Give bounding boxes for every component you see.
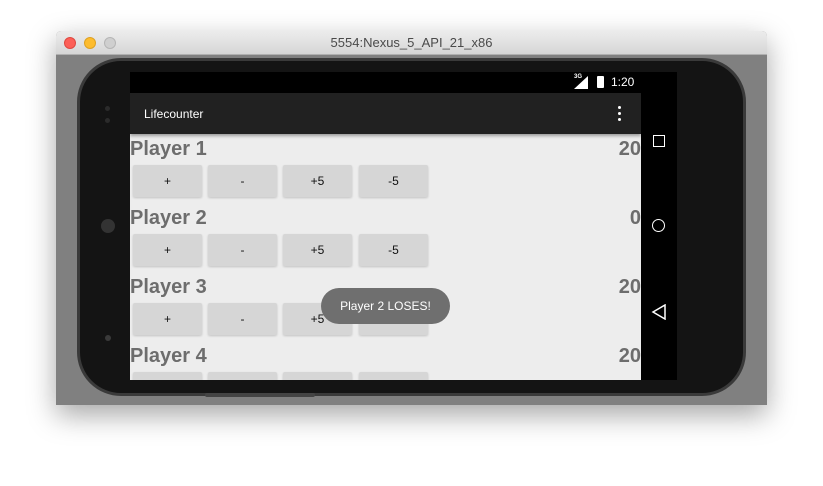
navigation-bar (641, 72, 677, 380)
player-life: 20 (618, 276, 641, 298)
window-title: 5554:Nexus_5_API_21_x86 (330, 35, 493, 50)
player-3-minus-button[interactable]: - (208, 303, 277, 335)
player-life: 20 (618, 138, 641, 160)
home-circle-icon[interactable] (652, 219, 665, 232)
player-row-4: Player 4 20 (130, 345, 641, 380)
window-titlebar: 5554:Nexus_5_API_21_x86 (56, 31, 767, 55)
phone-led-icon (105, 335, 111, 341)
phone-sensor-icon (105, 106, 110, 111)
back-triangle-icon[interactable] (651, 304, 667, 320)
player-name: Player 1 (130, 138, 207, 160)
player-life: 0 (629, 207, 641, 229)
player-4-plus-button[interactable] (133, 372, 202, 380)
player-name: Player 2 (130, 207, 207, 229)
phone-side-button (205, 393, 315, 397)
player-life: 20 (618, 345, 641, 367)
player-row-2: Player 2 0 + - +5 -5 (130, 207, 641, 276)
action-bar: Lifecounter (130, 93, 641, 134)
phone-sensor-icon (105, 118, 110, 123)
status-time: 1:20 (611, 75, 635, 89)
player-name: Player 3 (130, 276, 207, 298)
player-2-minus5-button[interactable]: -5 (359, 234, 428, 266)
player-name: Player 4 (130, 345, 207, 367)
signal-3g-icon: 3G (574, 74, 588, 89)
player-2-minus-button[interactable]: - (208, 234, 277, 266)
battery-icon (597, 76, 604, 88)
toast-message: Player 2 LOSES! (321, 288, 450, 324)
player-2-plus5-button[interactable]: +5 (283, 234, 352, 266)
status-bar: 3G 1:20 (130, 72, 641, 93)
player-1-plus5-button[interactable]: +5 (283, 165, 352, 197)
phone-camera-icon (101, 219, 115, 233)
app-title: Lifecounter (144, 107, 204, 121)
player-row-1: Player 1 20 + - +5 -5 (130, 138, 641, 207)
player-2-plus-button[interactable]: + (133, 234, 202, 266)
player-1-plus-button[interactable]: + (133, 165, 202, 197)
player-4-plus5-button[interactable] (283, 372, 352, 380)
player-4-minus5-button[interactable] (359, 372, 428, 380)
device-screen: 3G 1:20 Lifecounter Player 1 20 + - +5 -… (130, 72, 641, 380)
player-1-minus5-button[interactable]: -5 (359, 165, 428, 197)
player-1-minus-button[interactable]: - (208, 165, 277, 197)
player-3-plus-button[interactable]: + (133, 303, 202, 335)
overflow-menu-icon[interactable] (618, 106, 622, 122)
player-4-minus-button[interactable] (208, 372, 277, 380)
recents-square-icon[interactable] (653, 135, 665, 147)
